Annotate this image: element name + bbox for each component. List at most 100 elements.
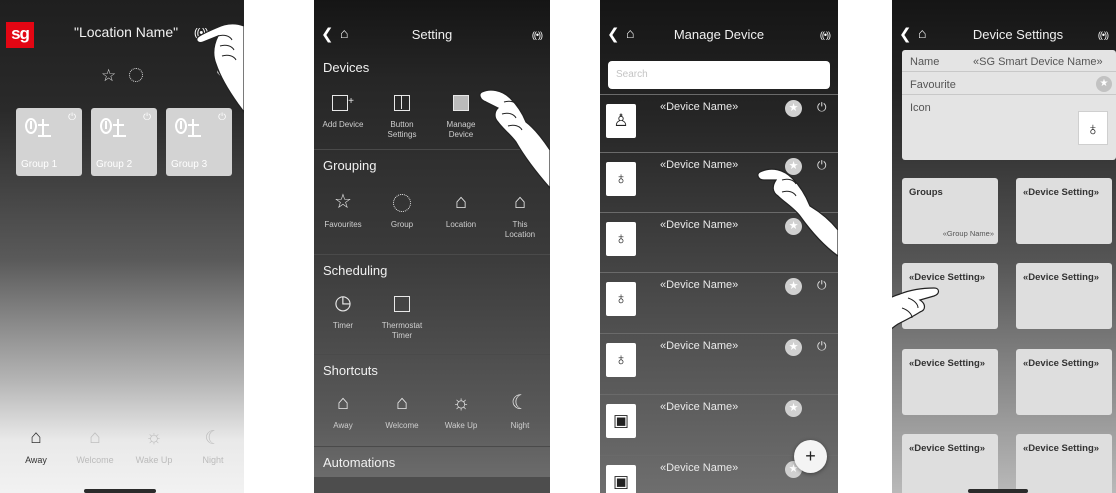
bulb-icon: ♁ [606, 222, 636, 256]
add-device-button[interactable]: + Add Device [318, 88, 368, 130]
radio-signal-icon[interactable]: ((•)) [194, 27, 208, 39]
name-label: Name [910, 56, 940, 68]
group-tile[interactable]: ⏻ Group 2 [91, 108, 157, 176]
power-icon[interactable]: ⏻ [218, 112, 226, 123]
search-placeholder: Search [616, 69, 648, 80]
device-row[interactable]: ♁ «Device Name» ★ [600, 212, 838, 269]
power-icon[interactable]: ⏻ [817, 158, 827, 173]
device-row[interactable]: ♁ «Device Name» ★ ⏻ [600, 152, 838, 209]
search-input[interactable]: Search [608, 61, 830, 89]
favourite-row[interactable]: Favourite ★ [902, 73, 1116, 95]
group-name: «Group Name» [942, 229, 994, 238]
device-row[interactable]: ♁ «Device Name» ★ ⏻ [600, 272, 838, 329]
wake-up-button[interactable]: ☼ Wake Up [436, 389, 486, 431]
device-setting-tile[interactable]: «Device Setting» [1016, 434, 1112, 493]
name-row[interactable]: Name «SG Smart Device Name» [902, 50, 1116, 72]
section-devices: Devices + Add Device Button Settings Man… [314, 52, 550, 150]
group-tile[interactable]: ⏻ Group 3 [166, 108, 232, 176]
radio-signal-icon[interactable]: ((•)) [820, 30, 831, 40]
bulb-icon[interactable]: ♁ [1078, 111, 1108, 145]
away-icon: ⌂ [336, 392, 350, 414]
device-name: «Device Name» [660, 401, 739, 413]
star-icon: ☆ [334, 191, 352, 213]
shortcut-label: Away [25, 455, 47, 465]
section-title: Automations [323, 455, 396, 470]
manage-device-button[interactable]: Manage Device [436, 88, 486, 140]
welcome-button[interactable]: ⌂ Welcome [377, 389, 427, 431]
group-cycle-icon[interactable] [129, 68, 143, 82]
location-name[interactable]: "Location Name" [74, 24, 178, 40]
device-setting-title: «Device Setting» [1023, 187, 1100, 198]
item-label: Manage Device [446, 120, 476, 139]
moon-icon: ☾ [511, 392, 529, 414]
device-name-value[interactable]: «SG Smart Device Name» [973, 56, 1103, 68]
edit-pencil-icon[interactable]: ✎ [216, 66, 229, 84]
favourite-star-icon[interactable]: ★ [785, 218, 802, 235]
favourite-star-icon[interactable]: ★ [785, 100, 802, 117]
item-label: Add Device [322, 120, 364, 129]
sg-logo: sg [6, 22, 34, 48]
group-name: Group 3 [171, 159, 208, 170]
favourite-label: Favourite [910, 79, 956, 91]
this-location-button[interactable]: ⌂ This Location [495, 188, 545, 240]
power-icon[interactable]: ⏻ [68, 112, 76, 123]
section-title: Shortcuts [323, 363, 378, 378]
shortcut-welcome[interactable]: ⌂ Welcome [72, 427, 118, 465]
shortcut-wake-up[interactable]: ☼ Wake Up [131, 427, 177, 465]
thermostat-timer-button[interactable]: Thermostat Timer [377, 289, 427, 341]
favourite-star-icon[interactable]: ★ [785, 400, 802, 417]
power-icon[interactable]: ⏻ [817, 100, 827, 115]
away-icon: ⌂ [30, 427, 42, 448]
home-screen: sg "Location Name" ((•)) ⚙ ☆ ✎ ⏻ Group 1… [0, 0, 244, 493]
group-tile[interactable]: ⏻ Group 1 [16, 108, 82, 176]
group-button[interactable]: Group [377, 188, 427, 230]
favourite-star-icon[interactable]: ★ [785, 158, 802, 175]
favourites-star-icon[interactable]: ☆ [101, 66, 116, 86]
favourite-star-icon[interactable]: ★ [1096, 76, 1112, 92]
device-setting-tile[interactable]: «Device Setting» [902, 434, 998, 493]
item-label: Favourites [324, 220, 362, 229]
thermostat-icon: ▣ [606, 404, 636, 438]
gear-icon[interactable]: ⚙ [223, 21, 238, 41]
favourite-star-icon[interactable]: ★ [785, 339, 802, 356]
power-icon[interactable]: ⏻ [817, 339, 827, 354]
device-setting-tile[interactable]: «Device Setting» [902, 349, 998, 415]
device-setting-title: «Device Setting» [909, 272, 986, 283]
location-button[interactable]: ⌂ Location [436, 188, 486, 230]
device-setting-tile[interactable]: «Device Setting» [1016, 263, 1112, 329]
clock-icon: ◷ [334, 292, 352, 314]
device-name: «Device Name» [660, 340, 739, 352]
button-settings-button[interactable]: Button Settings [377, 88, 427, 140]
shortcut-night[interactable]: ☾ Night [190, 427, 236, 465]
house-icon: ⌂ [513, 191, 527, 213]
power-icon[interactable]: ⏻ [817, 278, 827, 293]
house-icon: ⌂ [454, 191, 468, 213]
moon-icon: ☾ [204, 428, 222, 449]
radio-signal-icon[interactable]: ((•)) [1098, 30, 1109, 40]
device-name: «Device Name» [660, 279, 739, 291]
groups-tile[interactable]: Groups «Group Name» [902, 178, 998, 244]
timer-button[interactable]: ◷ Timer [318, 289, 368, 331]
group-device-icon [175, 118, 201, 137]
section-grouping: Grouping ☆ Favourites Group ⌂ Location ⌂… [314, 150, 550, 255]
favourites-button[interactable]: ☆ Favourites [318, 188, 368, 230]
section-shortcuts: Shortcuts ⌂ Away ⌂ Welcome ☼ Wake Up ☾ N… [314, 355, 550, 447]
device-setting-tile[interactable]: «Device Setting» [1016, 349, 1112, 415]
add-device-fab[interactable]: + [794, 440, 827, 473]
power-icon[interactable]: ⏻ [143, 112, 151, 123]
away-button[interactable]: ⌂ Away [318, 389, 368, 431]
item-label: Wake Up [444, 421, 478, 430]
item-label: Thermostat Timer [381, 321, 423, 340]
device-row[interactable]: ♁ «Device Name» ★ ⏻ [600, 333, 838, 390]
favourite-star-icon[interactable]: ★ [785, 278, 802, 295]
device-name: «Device Name» [660, 159, 739, 171]
device-setting-tile[interactable]: «Device Setting» [1016, 178, 1112, 244]
shortcut-away[interactable]: ⌂ Away [13, 427, 59, 465]
section-scheduling: Scheduling ◷ Timer Thermostat Timer [314, 255, 550, 355]
welcome-icon: ⌂ [395, 392, 409, 414]
device-row[interactable]: ♙ «Device Name» ★ ⏻ [600, 94, 838, 151]
plug-icon: ♙ [606, 104, 636, 138]
device-setting-tile[interactable]: «Device Setting» [902, 263, 998, 329]
radio-signal-icon[interactable]: ((•)) [532, 30, 543, 40]
night-button[interactable]: ☾ Night [495, 389, 545, 431]
